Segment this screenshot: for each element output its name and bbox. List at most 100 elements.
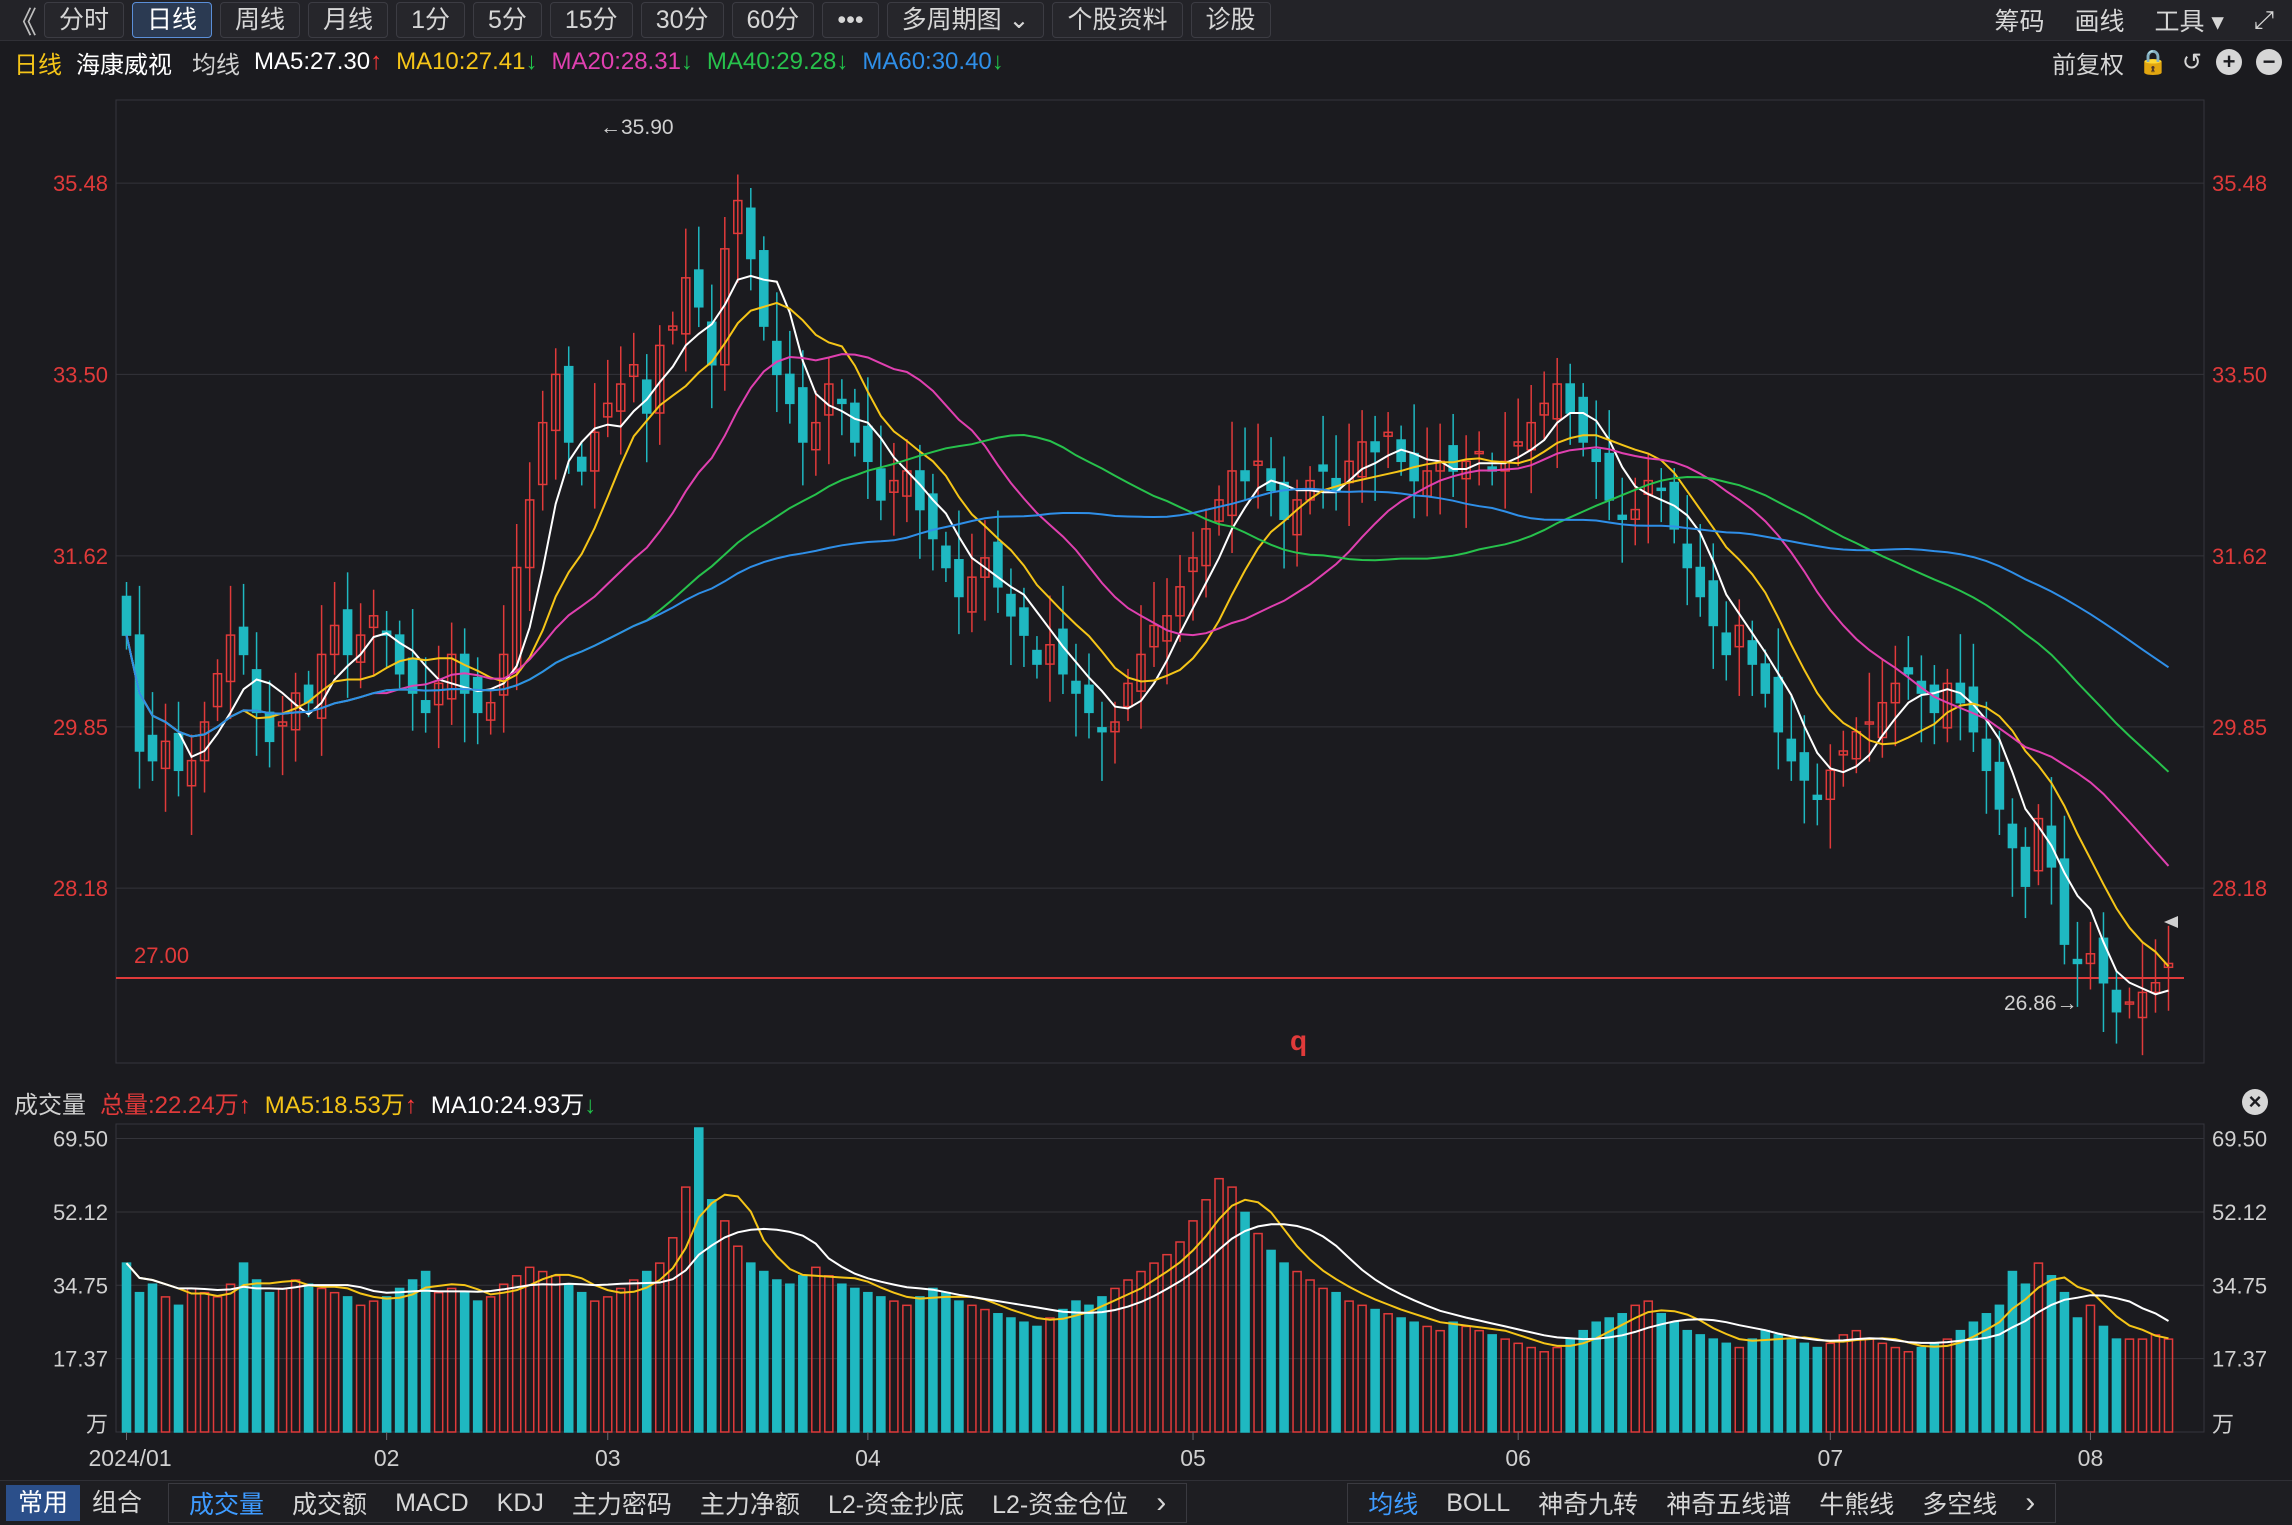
period-tab[interactable]: 个股资料 [1052, 2, 1183, 38]
scroll-right-icon[interactable]: › [1156, 1486, 1166, 1520]
candle-body [1682, 543, 1693, 569]
volume-bar [733, 1245, 743, 1433]
candle-body [1747, 640, 1758, 665]
draw-line-button[interactable]: 画线 [2074, 2, 2124, 38]
overlay-tab[interactable]: 神奇五线谱 [1666, 1485, 1791, 1521]
period-tab[interactable]: 60分 [731, 2, 815, 38]
overlay-tab[interactable]: 多空线 [1922, 1485, 1997, 1521]
volume-bar [811, 1266, 821, 1433]
volume-bar [420, 1270, 431, 1433]
candle-body [902, 470, 912, 497]
volume-bar [1383, 1313, 1393, 1433]
overlay-list: 均线 BOLL 神奇九转 神奇五线谱 牛熊线 多空线 › [1347, 1483, 2057, 1523]
candle-body [1643, 479, 1654, 495]
candle-body [1331, 477, 1341, 492]
period-tab[interactable]: 1分 [396, 2, 465, 38]
period-tab[interactable]: 15分 [549, 2, 633, 38]
candle-body [1422, 470, 1432, 497]
tools-menu-button[interactable]: 工具 ▾ [2154, 2, 2224, 38]
candle-body [121, 595, 132, 636]
back-icon[interactable]: 《 [0, 0, 44, 42]
overlay-tab[interactable]: 均线 [1368, 1485, 1418, 1521]
candle-body [954, 559, 964, 598]
indicator-tab[interactable]: 主力净额 [700, 1485, 800, 1521]
tab-common[interactable]: 常用 [6, 1485, 81, 1521]
period-tab[interactable]: ••• [822, 2, 879, 38]
zoom-out-icon[interactable]: − [2256, 49, 2282, 75]
candle-body [1162, 615, 1172, 642]
period-tab[interactable]: 周线 [220, 2, 301, 38]
indicator-tab[interactable]: KDJ [497, 1489, 544, 1518]
candle-body [1981, 738, 1992, 772]
candle-body [967, 576, 977, 613]
volume-bar [863, 1291, 873, 1433]
candle-body [654, 344, 665, 414]
volume-bar [2085, 1304, 2096, 1433]
candle-body [1071, 680, 1081, 694]
volume-bar [1058, 1308, 1068, 1433]
tab-combo[interactable]: 组合 [80, 1485, 154, 1521]
toolbar-right: 筹码 画线 工具 ▾ ⤢ [1994, 0, 2292, 40]
candle-body [602, 402, 613, 418]
x-axis-label: 05 [1180, 1445, 1206, 1471]
volume-bar [576, 1291, 587, 1433]
indicator-tab[interactable]: 成交量 [189, 1485, 264, 1521]
period-tab[interactable]: 日线 [132, 2, 213, 38]
current-price-pointer [2164, 916, 2178, 928]
volume-bar [1565, 1338, 1575, 1433]
indicator-tab[interactable]: 主力密码 [572, 1485, 672, 1521]
candle-body [785, 373, 795, 405]
close-volume-icon[interactable]: × [2242, 1089, 2268, 1115]
period-tab[interactable]: 分时 [44, 2, 125, 38]
price-axis-right-label: 31.62 [2212, 544, 2267, 569]
volume-bar [1734, 1346, 1745, 1433]
candle-body [420, 700, 431, 714]
chip-button[interactable]: 筹码 [1994, 2, 2044, 38]
volume-bar [1071, 1300, 1081, 1433]
candle-body [1656, 487, 1667, 492]
overlay-tab[interactable]: BOLL [1446, 1489, 1510, 1518]
period-tab[interactable]: 诊股 [1190, 2, 1271, 38]
candle-body [394, 634, 405, 675]
candle-body [1864, 721, 1875, 725]
indicator-tab[interactable]: L2-资金抄底 [828, 1485, 964, 1521]
volume-bar [1994, 1304, 2005, 1433]
indicator-bar: 常用 组合 成交量 成交额 MACD KDJ 主力密码 主力净额 L2-资金抄底 L2-资金仓… [0, 1480, 2292, 1525]
chart-controls: 前复权 🔒 ↺ + − [2052, 44, 2282, 80]
expand-icon[interactable]: ⤢ [2254, 6, 2274, 35]
period-tab[interactable]: 多周期图 ⌄ [886, 2, 1045, 38]
period-tab[interactable]: 5分 [472, 2, 542, 38]
ma20-value: MA20:28.31↓ [551, 48, 693, 75]
undo-icon[interactable]: ↺ [2182, 48, 2202, 77]
candle-body [537, 421, 548, 486]
volume-bar [928, 1287, 938, 1433]
adjust-mode[interactable]: 前复权 [2052, 45, 2124, 80]
candle-body [303, 684, 314, 704]
volume-info-bar: 成交量 总量:22.24万↑ MA5:18.53万↑ MA10:24.93万↓ [0, 1084, 2292, 1120]
zoom-in-icon[interactable]: + [2216, 49, 2242, 75]
volume-bar [1851, 1329, 1862, 1433]
scroll-right-icon[interactable]: › [2025, 1486, 2035, 1520]
volume-bar [498, 1283, 509, 1433]
x-axis-label: 06 [1505, 1445, 1531, 1471]
period-tab[interactable]: 30分 [640, 2, 724, 38]
volume-bar [967, 1304, 977, 1433]
lock-icon[interactable]: 🔒 [2138, 48, 2168, 77]
ma-label[interactable]: 均线 [192, 45, 240, 80]
indicator-tab[interactable]: MACD [395, 1489, 469, 1518]
candle-body [1890, 682, 1901, 704]
kline-chart[interactable]: 35.48 35.48 33.50 33.50 31.62 31.62 29.85 29.85… [0, 0, 2292, 1480]
candle-body [1032, 649, 1042, 665]
overlay-tab[interactable]: 神奇九转 [1538, 1485, 1638, 1521]
volume-bar [134, 1291, 145, 1433]
volume-bar [1279, 1262, 1289, 1433]
volume-bar [407, 1279, 418, 1433]
volume-bar [1916, 1346, 1927, 1433]
indicator-tab[interactable]: L2-资金仓位 [992, 1485, 1128, 1521]
overlay-tab[interactable]: 牛熊线 [1819, 1485, 1894, 1521]
volume-axis-left-label: 万 [86, 1412, 108, 1437]
indicator-tab[interactable]: 成交额 [292, 1485, 367, 1521]
candle-body [628, 363, 639, 378]
center-label: q [1290, 1025, 1307, 1056]
period-tab[interactable]: 月线 [308, 2, 389, 38]
